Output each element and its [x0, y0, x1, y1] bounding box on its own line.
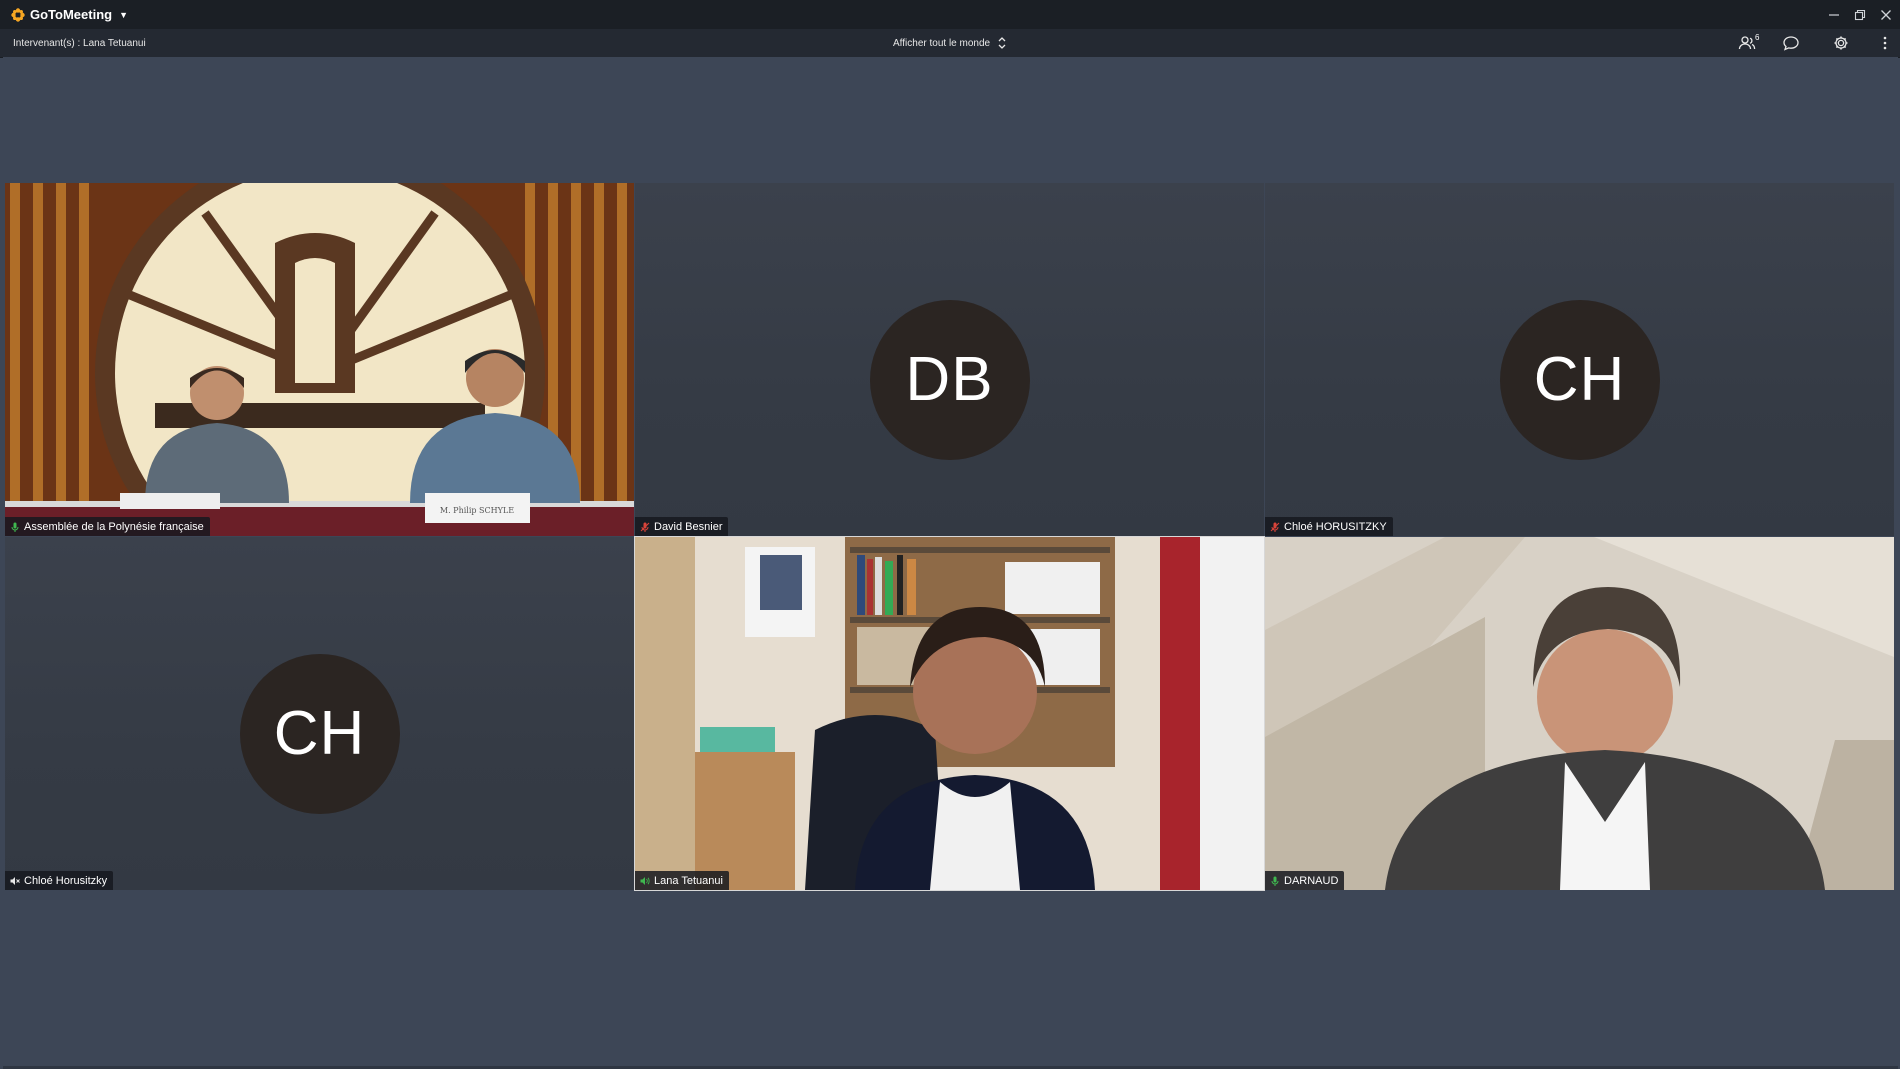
- chat-button[interactable]: [1782, 35, 1800, 51]
- participant-name: DARNAUD: [1284, 874, 1339, 887]
- speaking-icon: [640, 876, 650, 885]
- minimize-icon[interactable]: [1828, 9, 1840, 21]
- settings-button[interactable]: [1832, 35, 1850, 51]
- participant-nametag: Lana Tetuanui: [635, 871, 729, 890]
- assembly-video-feed: M. Philip SCHYLE: [5, 183, 634, 536]
- participants-button[interactable]: 6: [1738, 33, 1760, 51]
- video-tile-chloe-horusitzky-2[interactable]: CH Chloé Horusitzky: [5, 537, 634, 890]
- view-selector[interactable]: Afficher tout le monde: [893, 29, 1008, 57]
- active-speaker-label: Intervenant(s) : Lana Tetuanui: [13, 37, 146, 49]
- chevron-down-icon: ▼: [119, 9, 129, 20]
- avatar: DB: [869, 299, 1030, 460]
- view-selector-label: Afficher tout le monde: [893, 37, 991, 49]
- video-tile-assembly[interactable]: M. Philip SCHYLE Assemblée de la Polynés…: [5, 183, 634, 536]
- video-tile-darnaud[interactable]: DARNAUD: [1265, 537, 1894, 890]
- app-menu[interactable]: GoToMeeting ▼: [11, 7, 128, 22]
- participant-nametag: DARNAUD: [1265, 871, 1345, 890]
- video-tile-david-besnier[interactable]: DB David Besnier: [635, 183, 1264, 536]
- gotomeeting-logo-icon: [11, 7, 25, 22]
- chevron-up-down-icon: [998, 37, 1006, 49]
- title-bar: GoToMeeting ▼: [0, 0, 1900, 29]
- participants-count: 6: [1755, 33, 1760, 42]
- speaker-off-icon: [10, 876, 20, 885]
- participant-name: Chloé HORUSITZKY: [1284, 520, 1387, 533]
- gear-icon: [1834, 36, 1848, 50]
- participant-nametag: Assemblée de la Polynésie française: [5, 517, 210, 536]
- participant-name: David Besnier: [654, 520, 723, 533]
- participant-name: Assemblée de la Polynésie française: [24, 520, 204, 533]
- microphone-muted-icon: [640, 522, 650, 532]
- avatar: CH: [239, 653, 400, 814]
- participant-nametag: Chloé Horusitzky: [5, 871, 114, 890]
- microphone-icon: [11, 522, 19, 532]
- microphone-icon: [1271, 876, 1279, 886]
- app-name: GoToMeeting: [30, 7, 113, 22]
- participant-name: Lana Tetuanui: [654, 874, 723, 887]
- participant-name: Chloé Horusitzky: [24, 874, 108, 887]
- participant-nametag: Chloé HORUSITZKY: [1265, 517, 1393, 536]
- participant-nametag: David Besnier: [635, 517, 729, 536]
- participants-icon: [1738, 36, 1756, 50]
- more-vertical-icon: [1883, 36, 1887, 50]
- meeting-info-bar: Intervenant(s) : Lana Tetuanui Afficher …: [0, 29, 1900, 58]
- close-icon[interactable]: [1880, 9, 1892, 21]
- microphone-muted-icon: [1270, 522, 1280, 532]
- lana-tetuanui-video-feed: [635, 537, 1264, 890]
- video-tile-chloe-horusitzky-1[interactable]: CH Chloé HORUSITZKY: [1265, 183, 1894, 536]
- nameplate-right: M. Philip SCHYLE: [440, 506, 514, 515]
- video-tile-lana-tetuanui[interactable]: Lana Tetuanui: [634, 536, 1265, 891]
- darnaud-video-feed: [1265, 537, 1894, 890]
- restore-icon[interactable]: [1854, 9, 1866, 21]
- more-options-button[interactable]: [1882, 35, 1888, 51]
- chat-icon: [1783, 36, 1799, 51]
- avatar: CH: [1499, 299, 1660, 460]
